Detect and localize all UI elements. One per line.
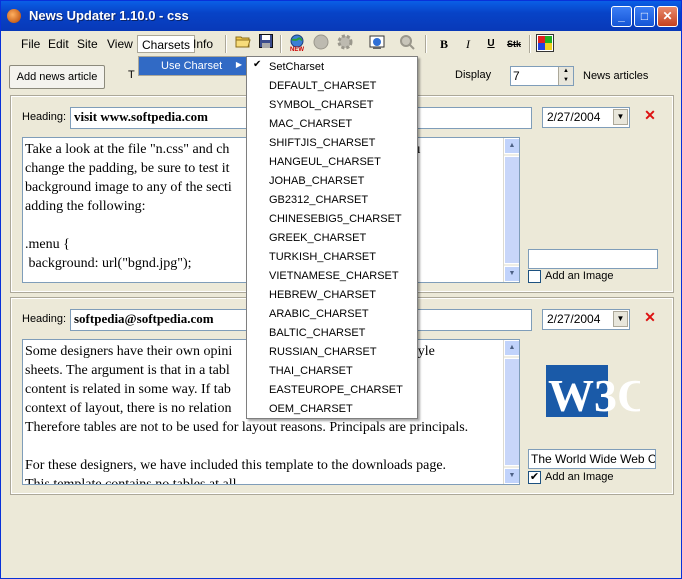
charset-menu-item[interactable]: TURKISH_CHARSET — [247, 248, 417, 267]
title-bar[interactable]: News Updater 1.10.0 - css _ □ ✕ — [1, 1, 681, 31]
image-caption-input[interactable] — [528, 249, 658, 269]
scroll-up-arrow[interactable]: ▲ — [504, 340, 519, 356]
w3c-logo: W3C — [546, 361, 650, 421]
body-scrollbar[interactable]: ▲ ▼ — [503, 340, 519, 484]
maximize-button[interactable]: □ — [634, 6, 655, 27]
scroll-thumb[interactable] — [504, 358, 519, 466]
strikethrough-button[interactable]: Stk — [504, 34, 524, 54]
submenu-arrow-icon: ▶ — [235, 60, 242, 69]
svg-text:NEW: NEW — [290, 47, 304, 52]
charset-menu-item[interactable]: CHINESEBIG5_CHARSET — [247, 210, 417, 229]
menu-view[interactable]: View — [103, 35, 137, 53]
delete-article-icon[interactable]: ✕ — [642, 310, 658, 326]
charset-menu-item[interactable]: SHIFTJIS_CHARSET — [247, 134, 417, 153]
heading-label: Heading: — [22, 111, 67, 123]
menu-site[interactable]: Site — [73, 35, 102, 53]
menu-file[interactable]: File — [17, 35, 44, 53]
use-charset-menu-item[interactable]: Use Charset ▶ — [138, 56, 247, 76]
display-label: Display — [455, 69, 492, 81]
toolbar-separator — [225, 35, 227, 53]
date-picker[interactable]: 2/27/2004 ▼ — [542, 309, 630, 330]
scroll-down-arrow[interactable]: ▼ — [504, 266, 519, 282]
charset-menu-item[interactable]: JOHAB_CHARSET — [247, 172, 417, 191]
color-palette-icon[interactable] — [535, 34, 555, 54]
date-value: 2/27/2004 — [547, 312, 601, 326]
use-charset-label: Use Charset — [161, 60, 223, 72]
add-image-checkbox[interactable]: ✔ — [528, 471, 541, 484]
add-image-label: Add an Image — [545, 471, 614, 483]
charset-menu-item[interactable]: SetCharset — [247, 58, 417, 77]
scroll-thumb[interactable] — [504, 156, 519, 264]
toolbar-separator — [529, 35, 531, 53]
app-icon[interactable] — [7, 9, 21, 23]
menu-charsets[interactable]: Charsets — [137, 35, 196, 53]
add-image-checkbox[interactable] — [528, 270, 541, 283]
charset-menu-item[interactable]: HEBREW_CHARSET — [247, 286, 417, 305]
scroll-up-arrow[interactable]: ▲ — [504, 138, 519, 154]
window-title: News Updater 1.10.0 - css — [29, 8, 189, 23]
add-news-article-button[interactable]: Add news article — [9, 65, 105, 89]
charset-menu-item[interactable]: THAI_CHARSET — [247, 362, 417, 381]
charset-menu-item[interactable]: GB2312_CHARSET — [247, 191, 417, 210]
charset-menu-item[interactable]: OEM_CHARSET — [247, 400, 417, 419]
scroll-down-arrow[interactable]: ▼ — [504, 468, 519, 484]
charset-menu-item[interactable]: MAC_CHARSET — [247, 115, 417, 134]
display-count-input[interactable]: 7 ▲ ▼ — [510, 66, 574, 86]
globe-disabled-icon[interactable] — [311, 34, 331, 54]
date-picker[interactable]: 2/27/2004 ▼ — [542, 107, 630, 128]
charset-menu-item[interactable]: RUSSIAN_CHARSET — [247, 343, 417, 362]
w3c-logo-text: W3C — [548, 370, 640, 421]
charset-menu-item[interactable]: BALTIC_CHARSET — [247, 324, 417, 343]
news-articles-label: News articles — [583, 70, 649, 82]
underline-button[interactable]: U — [481, 34, 501, 54]
charset-menu-item[interactable]: DEFAULT_CHARSET — [247, 77, 417, 96]
charset-menu-item[interactable]: ARABIC_CHARSET — [247, 305, 417, 324]
body-scrollbar[interactable]: ▲ ▼ — [503, 138, 519, 282]
app-window: News Updater 1.10.0 - css _ □ ✕ File Edi… — [0, 0, 682, 579]
open-folder-icon[interactable] — [233, 34, 253, 54]
truncated-label: T — [128, 69, 135, 81]
menu-edit[interactable]: Edit — [44, 35, 73, 53]
display-count-value: 7 — [513, 69, 520, 83]
charset-menu-item[interactable]: HANGEUL_CHARSET — [247, 153, 417, 172]
close-button[interactable]: ✕ — [657, 6, 678, 27]
search-disabled-icon[interactable] — [397, 34, 417, 54]
toolbar-separator — [280, 35, 282, 53]
delete-article-icon[interactable]: ✕ — [642, 108, 658, 124]
preview-icon[interactable] — [367, 34, 387, 54]
save-icon[interactable] — [256, 34, 276, 54]
display-count-spinner[interactable]: ▲ ▼ — [558, 67, 573, 85]
charset-dropdown: ✔ SetCharset DEFAULT_CHARSET SYMBOL_CHARSE… — [246, 56, 418, 419]
date-value: 2/27/2004 — [547, 110, 601, 124]
gear-disabled-icon[interactable] — [335, 34, 355, 54]
charset-menu-item[interactable]: EASTEUROPE_CHARSET — [247, 381, 417, 400]
menu-info[interactable]: Info — [189, 35, 217, 53]
minimize-button[interactable]: _ — [611, 6, 632, 27]
new-globe-icon[interactable]: NEW — [287, 34, 307, 54]
chevron-down-icon[interactable]: ▼ — [613, 311, 628, 327]
toolbar-separator — [425, 35, 427, 53]
heading-label: Heading: — [22, 313, 67, 325]
charset-menu-item[interactable]: VIETNAMESE_CHARSET — [247, 267, 417, 286]
menu-bar: File Edit Site View Charsets Info NEW B — [3, 32, 679, 56]
add-image-label: Add an Image — [545, 270, 614, 282]
charset-menu-item[interactable]: GREEK_CHARSET — [247, 229, 417, 248]
chevron-down-icon[interactable]: ▼ — [613, 109, 628, 125]
italic-button[interactable]: I — [458, 34, 478, 54]
image-caption-input[interactable]: The World Wide Web Co — [528, 449, 656, 469]
bold-button[interactable]: B — [434, 34, 454, 54]
charset-menu-item[interactable]: SYMBOL_CHARSET — [247, 96, 417, 115]
